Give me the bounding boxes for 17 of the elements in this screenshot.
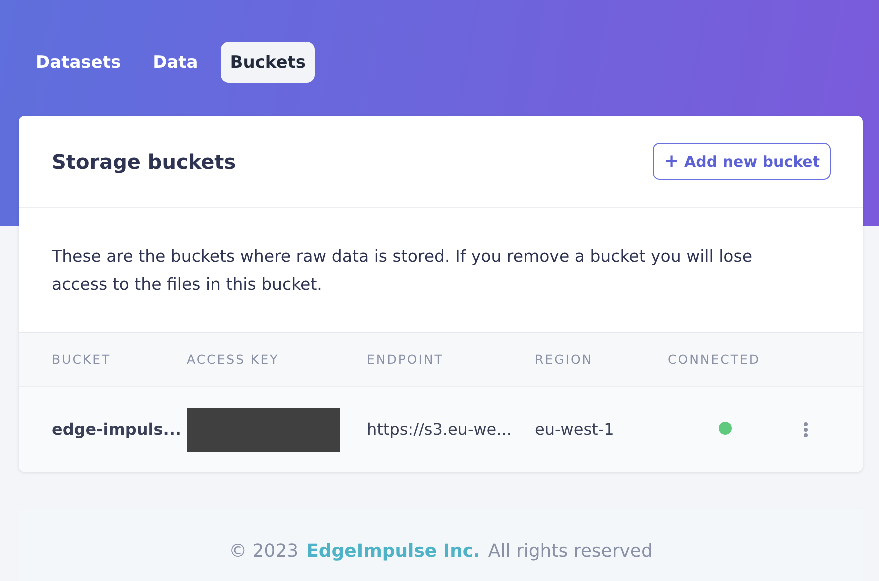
rights-text: All rights reserved: [488, 541, 653, 564]
company-link[interactable]: EdgeImpulse Inc.: [306, 541, 480, 581]
add-bucket-button[interactable]: + Add new bucket: [653, 143, 831, 180]
tab[interactable]: Datasets: [27, 42, 130, 83]
more-options-icon[interactable]: [803, 422, 809, 438]
table-cell: eu-west-1: [535, 420, 614, 439]
column-header: BUCKET: [52, 352, 112, 367]
card-title: Storage buckets: [52, 150, 236, 174]
tab[interactable]: Data: [144, 42, 208, 83]
table-cell: edge-impuls...: [52, 420, 182, 439]
table-cell: https://s3.eu-we...: [367, 420, 512, 439]
copyright-text: © 2023: [229, 541, 299, 564]
tab[interactable]: Buckets: [221, 42, 316, 83]
column-header: CONNECTED: [668, 352, 762, 367]
column-header: REGION: [535, 352, 594, 367]
column-header: ENDPOINT: [367, 352, 445, 367]
column-header: ACCESS KEY: [187, 352, 280, 367]
